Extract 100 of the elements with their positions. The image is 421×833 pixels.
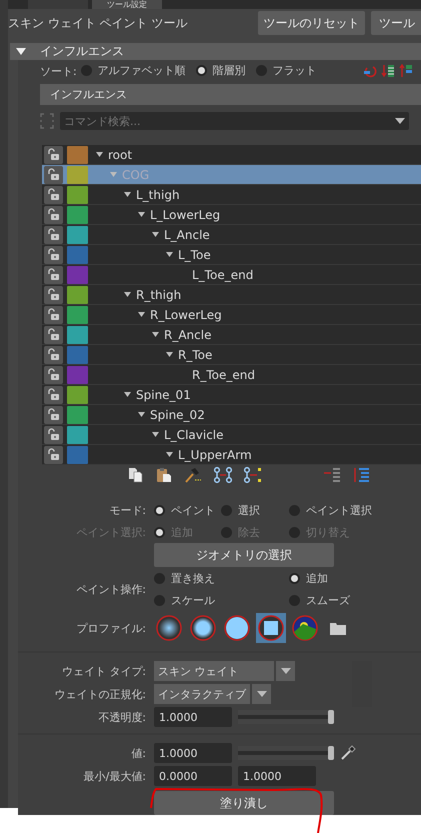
weight-type-dropdown[interactable]: スキン ウェイト [154,661,421,681]
lock-icon[interactable] [44,306,63,324]
expand-triangle-icon[interactable] [124,292,131,297]
dropdown-arrow-icon[interactable] [395,118,405,124]
lock-icon[interactable] [44,166,63,184]
value-slider[interactable] [238,746,334,760]
expand-triangle-icon[interactable] [138,412,145,417]
joint-name: L_Toe [178,248,211,262]
joint-select-icon[interactable] [244,467,262,483]
lock-icon[interactable] [44,446,63,464]
tree-row[interactable]: L_Toe_end [42,265,421,285]
radio-option[interactable]: フラット [256,63,317,78]
lock-icon[interactable] [44,266,63,284]
max-value-field[interactable]: 1.0000 [238,766,316,786]
copy-icon[interactable] [128,467,144,483]
reset-tool-button[interactable]: ツールのリセット [258,11,365,35]
joint-name: Spine_02 [150,408,205,422]
tree-row[interactable]: R_LowerLeg [42,305,421,325]
expand-triangle-icon[interactable] [166,452,173,457]
opacity-slider[interactable] [238,710,334,724]
normalize-dropdown[interactable]: インタラクティブ [154,684,421,704]
lock-icon[interactable] [44,346,63,364]
value-field[interactable]: 1.0000 [154,743,232,763]
section-header[interactable]: インフルエンス [10,43,421,60]
joint-name: COG [122,168,150,182]
lock-icon[interactable] [44,286,63,304]
tree-row[interactable]: R_Toe_end [42,365,421,385]
expand-triangle-icon[interactable] [138,212,145,217]
dropdown-arrow-icon[interactable] [280,668,290,674]
lock-icon[interactable] [44,366,63,384]
tree-row[interactable]: R_Toe [42,345,421,365]
joint-name: R_Ancle [164,328,212,342]
tree-row[interactable]: L_Ancle [42,225,421,245]
radio-option[interactable]: 置き換え [154,567,215,589]
expand-triangle-icon[interactable] [124,192,131,197]
tree-row[interactable]: L_UpperArm [42,445,421,465]
lock-icon[interactable] [44,186,63,204]
radio-option[interactable]: ペイント選択 [289,502,372,518]
tree-row[interactable]: R_thigh [42,285,421,305]
tree-row[interactable]: Spine_02 [42,405,421,425]
radio-option[interactable]: 階層別 [196,63,246,78]
lock-icon[interactable] [44,406,63,424]
tree-row[interactable]: Spine_01 [42,385,421,405]
radio-option[interactable]: 選択 [221,502,260,518]
radio-option[interactable]: ペイント [154,502,215,518]
expand-triangle-icon[interactable] [166,252,173,257]
joint-name: L_thigh [136,188,180,202]
brush-profile-icon[interactable] [290,613,320,643]
expand-triangle-icon[interactable] [152,232,159,237]
hammer-icon[interactable] [184,467,202,483]
section-title: インフルエンス [40,43,124,60]
tree-row[interactable]: L_thigh [42,185,421,205]
expand-triangle-icon[interactable] [96,152,103,157]
radio-option[interactable]: スムーズ [289,589,350,611]
field-label: ペイント選択: [75,524,146,540]
tree-row[interactable]: R_Ancle [42,325,421,345]
tool-button[interactable]: ツール [371,11,421,35]
field-label: ペイント操作: [75,582,146,596]
collapse-list-icon[interactable] [323,467,341,483]
tree-row[interactable]: L_LowerLeg [42,205,421,225]
lock-icon[interactable] [44,326,63,344]
joint-name: L_Toe_end [192,268,254,282]
radio-option[interactable]: スケール [154,589,215,611]
eyedropper-icon[interactable] [340,745,356,761]
lock-icon[interactable] [44,386,63,404]
tree-row[interactable]: L_Clavicle [42,425,421,445]
sort-down-icon[interactable] [381,64,395,78]
lock-icon[interactable] [44,206,63,224]
brush-profile-icon[interactable] [188,613,218,643]
brush-profile-icon[interactable] [154,613,184,643]
joint-name: R_thigh [136,288,182,302]
tab[interactable]: ツール設定 [92,0,162,9]
lock-icon[interactable] [44,146,63,164]
joint-name: L_Clavicle [164,428,224,442]
min-value-field[interactable]: 0.0000 [154,766,232,786]
expand-triangle-icon[interactable] [124,392,131,397]
brush-profile-icon[interactable] [222,613,252,643]
radio-option[interactable]: アルファベット順 [80,63,186,78]
joint-link-icon[interactable] [214,467,232,483]
folder-icon[interactable] [330,622,346,634]
joint-name: L_LowerLeg [150,208,220,222]
expand-list-icon[interactable] [353,467,371,483]
expand-triangle-icon[interactable] [152,332,159,337]
expand-triangle-icon[interactable] [152,432,159,437]
paste-icon[interactable] [156,467,172,483]
expand-triangle-icon[interactable] [138,312,145,317]
lock-icon[interactable] [44,226,63,244]
dropdown-arrow-icon[interactable] [256,691,266,697]
joint-name: L_Ancle [164,228,210,242]
lock-icon[interactable] [44,246,63,264]
tree-row[interactable]: L_Toe [42,245,421,265]
opacity-field[interactable]: 1.0000 [154,707,232,727]
select-geometry-button[interactable]: ジオメトリの選択 [154,543,334,567]
collapse-triangle-icon[interactable] [16,48,26,55]
field-label: 値: [130,746,146,760]
lock-icon[interactable] [44,426,63,444]
brush-profile-icon[interactable] [256,613,286,643]
expand-triangle-icon[interactable] [166,352,173,357]
flood-button[interactable]: 塗り潰し [154,791,334,815]
radio-option[interactable]: 追加 [289,567,328,589]
